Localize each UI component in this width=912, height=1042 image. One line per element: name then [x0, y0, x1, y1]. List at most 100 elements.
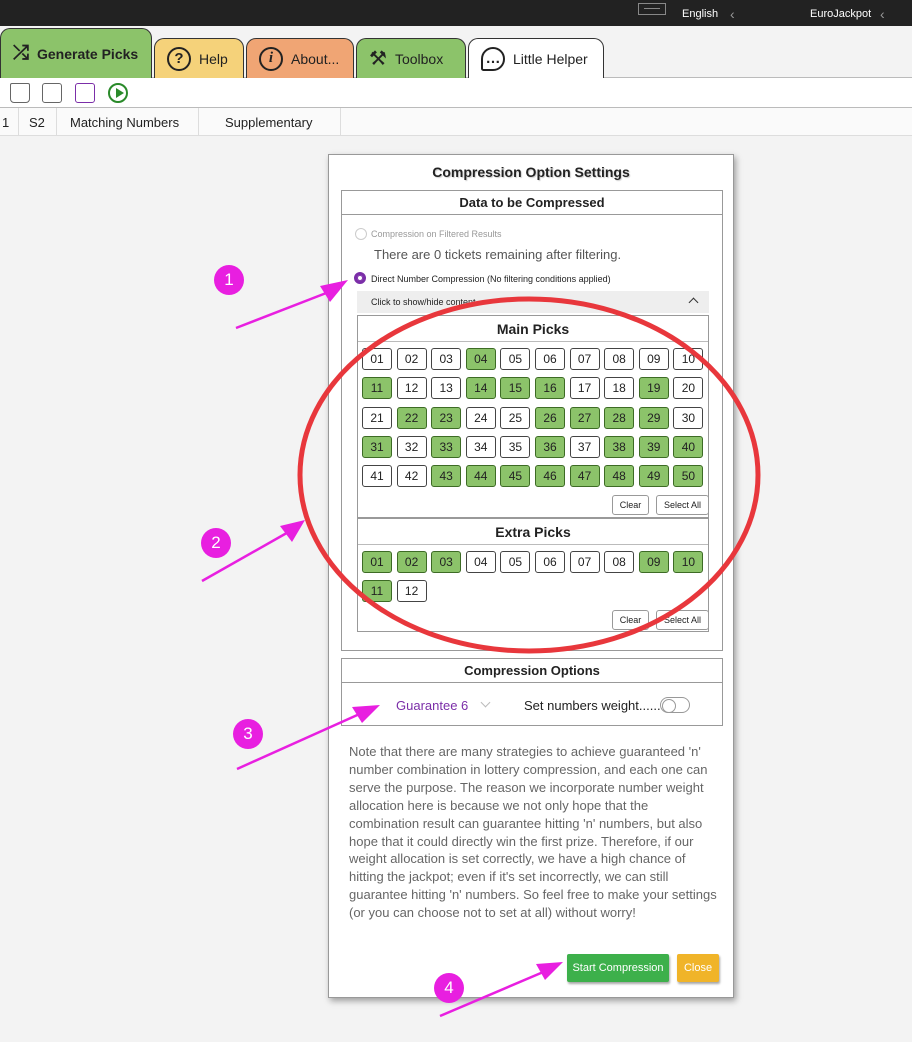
main-pick-number-cell[interactable]: 46 — [535, 465, 565, 488]
toggle-content-bar[interactable]: Click to show/hide content — [357, 291, 709, 313]
main-pick-number-cell[interactable]: 50 — [673, 465, 704, 488]
main-pick-number-cell[interactable]: 36 — [535, 435, 565, 458]
window-icon[interactable] — [638, 3, 666, 15]
play-icon[interactable] — [108, 83, 128, 103]
extra-pick-number-cell[interactable]: 04 — [465, 551, 496, 573]
extra-pick-number-cell[interactable]: 07 — [569, 551, 600, 573]
main-pick-number-cell[interactable]: 10 — [673, 348, 704, 370]
column-header: 1 S2 Matching Numbers Supplementary — [0, 108, 912, 136]
chevron-left-icon[interactable]: ‹ — [880, 6, 885, 22]
radio-direct[interactable] — [354, 272, 366, 284]
column-header-item[interactable]: Matching Numbers — [70, 115, 179, 130]
language-label[interactable]: English — [682, 8, 718, 20]
main-pick-number-cell[interactable]: 34 — [465, 435, 496, 458]
extra-pick-number-cell[interactable]: 12 — [396, 580, 427, 603]
main-pick-number-cell[interactable]: 04 — [465, 348, 496, 370]
main-pick-number-cell[interactable]: 37 — [569, 435, 600, 458]
main-pick-number-cell[interactable]: 45 — [500, 465, 531, 488]
toolbar — [0, 78, 912, 108]
start-compression-button[interactable]: Start Compression — [567, 954, 669, 982]
main-pick-number-cell[interactable]: 01 — [362, 348, 392, 370]
tab-generate-picks[interactable]: ⤮ Generate Picks — [0, 28, 152, 78]
close-button[interactable]: Close — [677, 954, 719, 982]
guarantee-select[interactable]: Guarantee 6 — [396, 698, 468, 713]
extra-pick-number-cell[interactable]: 11 — [362, 580, 392, 603]
column-header-item[interactable]: 1 — [2, 115, 9, 130]
main-pick-number-cell[interactable]: 44 — [465, 465, 496, 488]
main-pick-number-cell[interactable]: 02 — [396, 348, 427, 370]
main-pick-number-cell[interactable]: 29 — [638, 406, 669, 429]
main-pick-number-cell[interactable]: 11 — [362, 377, 392, 400]
extra-pick-number-cell[interactable]: 06 — [535, 551, 565, 573]
main-pick-number-cell[interactable]: 35 — [500, 435, 531, 458]
annotation-badge: 1 — [214, 265, 244, 295]
tab-little-helper[interactable]: … Little Helper — [468, 38, 604, 78]
extra-pick-number-cell[interactable]: 08 — [604, 551, 635, 573]
tab-label: Toolbox — [394, 50, 444, 67]
shuffle-icon: ⤮ — [13, 42, 29, 64]
main-pick-number-cell[interactable]: 39 — [638, 435, 669, 458]
main-pick-number-cell[interactable]: 38 — [604, 435, 635, 458]
main-pick-number-cell[interactable]: 15 — [500, 377, 531, 400]
main-pick-number-cell[interactable]: 18 — [604, 377, 635, 400]
main-pick-number-cell[interactable]: 06 — [535, 348, 565, 370]
column-header-item[interactable]: Supplementary — [225, 115, 312, 130]
main-pick-number-cell[interactable]: 16 — [535, 377, 565, 400]
tab-about[interactable]: i About... — [246, 38, 354, 78]
main-pick-number-cell[interactable]: 41 — [362, 465, 392, 488]
main-pick-number-cell[interactable]: 25 — [500, 406, 531, 429]
main-pick-number-cell[interactable]: 48 — [604, 465, 635, 488]
dialog-title: Compression Option Settings — [432, 164, 630, 180]
main-pick-number-cell[interactable]: 31 — [362, 435, 392, 458]
main-pick-number-cell[interactable]: 17 — [569, 377, 600, 400]
main-pick-number-cell[interactable]: 19 — [638, 377, 669, 400]
question-icon: ? — [167, 46, 191, 71]
main-pick-number-cell[interactable]: 47 — [569, 465, 600, 488]
main-pick-number-cell[interactable]: 26 — [535, 406, 565, 429]
main-pick-number-cell[interactable]: 40 — [673, 435, 704, 458]
column-header-item[interactable]: S2 — [29, 115, 45, 130]
extra-select-all-button[interactable]: Select All — [656, 610, 709, 630]
tab-help[interactable]: ? Help — [154, 38, 244, 78]
main-pick-number-cell[interactable]: 24 — [465, 406, 496, 429]
extra-pick-number-cell[interactable]: 09 — [638, 551, 669, 573]
main-pick-number-cell[interactable]: 20 — [673, 377, 704, 400]
main-pick-number-cell[interactable]: 28 — [604, 406, 635, 429]
radio-filtered[interactable] — [355, 228, 367, 240]
tab-label: Generate Picks — [37, 45, 139, 62]
main-pick-number-cell[interactable]: 33 — [431, 435, 462, 458]
main-pick-number-cell[interactable]: 13 — [431, 377, 462, 400]
extra-pick-number-cell[interactable]: 03 — [431, 551, 462, 573]
chat-bubble-icon: … — [481, 46, 505, 71]
main-pick-number-cell[interactable]: 08 — [604, 348, 635, 370]
extra-pick-number-cell[interactable]: 05 — [500, 551, 531, 573]
resize-icon[interactable] — [75, 83, 95, 103]
main-pick-number-cell[interactable]: 49 — [638, 465, 669, 488]
weight-toggle[interactable] — [660, 697, 690, 713]
main-pick-number-cell[interactable]: 27 — [569, 406, 600, 429]
main-pick-number-cell[interactable]: 12 — [396, 377, 427, 400]
main-pick-number-cell[interactable]: 43 — [431, 465, 462, 488]
main-pick-number-cell[interactable]: 21 — [362, 406, 392, 429]
extra-pick-number-cell[interactable]: 01 — [362, 551, 392, 573]
main-pick-number-cell[interactable]: 42 — [396, 465, 427, 488]
tab-toolbox[interactable]: ⚒ Toolbox — [356, 38, 466, 78]
main-pick-number-cell[interactable]: 30 — [673, 406, 704, 429]
main-pick-number-cell[interactable]: 07 — [569, 348, 600, 370]
extra-clear-button[interactable]: Clear — [612, 610, 649, 630]
extra-pick-number-cell[interactable]: 02 — [396, 551, 427, 573]
trash-icon[interactable] — [10, 83, 30, 103]
main-pick-number-cell[interactable]: 22 — [396, 406, 427, 429]
main-pick-number-cell[interactable]: 09 — [638, 348, 669, 370]
main-pick-number-cell[interactable]: 23 — [431, 406, 462, 429]
main-pick-number-cell[interactable]: 03 — [431, 348, 462, 370]
extra-pick-number-cell[interactable]: 10 — [673, 551, 704, 573]
chevron-left-icon[interactable]: ‹ — [730, 6, 735, 22]
search-document-icon[interactable] — [42, 83, 62, 103]
main-clear-button[interactable]: Clear — [612, 495, 649, 515]
main-pick-number-cell[interactable]: 32 — [396, 435, 427, 458]
app-name[interactable]: EuroJackpot — [810, 8, 871, 20]
main-pick-number-cell[interactable]: 14 — [465, 377, 496, 400]
main-select-all-button[interactable]: Select All — [656, 495, 709, 515]
main-pick-number-cell[interactable]: 05 — [500, 348, 531, 370]
